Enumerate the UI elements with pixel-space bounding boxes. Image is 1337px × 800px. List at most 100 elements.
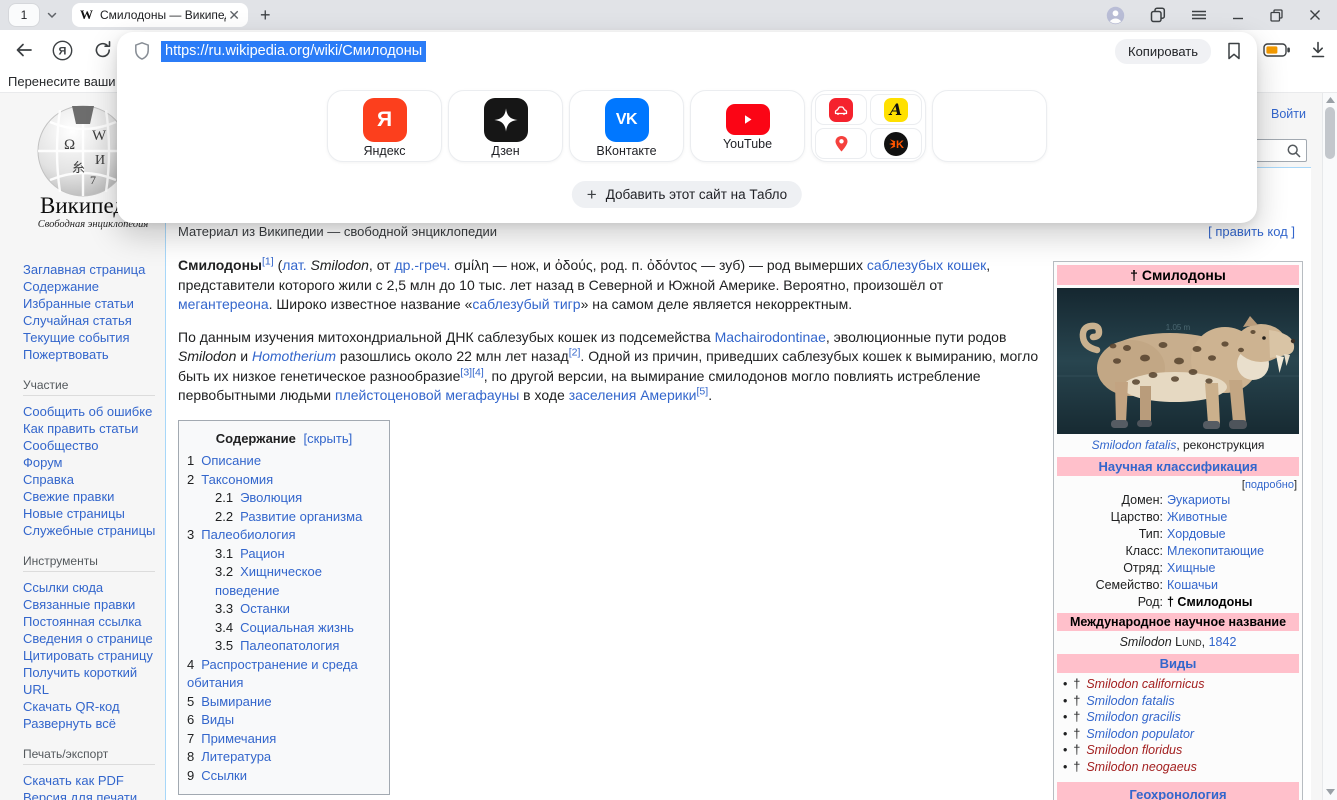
sidebar-link[interactable]: Свежие правки <box>23 488 163 505</box>
taxonomy-value-link[interactable]: Эукариоты <box>1163 492 1230 509</box>
toc-entry[interactable]: 2.1Эволюция <box>187 489 381 508</box>
bookmark-flag-icon[interactable] <box>1225 41 1243 61</box>
sidebar-link[interactable]: Сообщество <box>23 437 163 454</box>
refresh-icon[interactable] <box>93 40 113 60</box>
battery-icon[interactable] <box>1263 41 1291 59</box>
taxi-service-cell[interactable] <box>815 94 867 125</box>
url-text-selected[interactable]: https://ru.wikipedia.org/wiki/Смилодоны <box>161 41 426 62</box>
menu-icon[interactable] <box>1191 8 1207 22</box>
toc-entry[interactable]: 3.2Хищническое поведение <box>187 563 381 600</box>
download-icon[interactable] <box>1309 40 1327 60</box>
species-link[interactable]: Smilodon populator <box>1086 727 1194 741</box>
inline-link[interactable]: Machairodontinae <box>715 329 826 345</box>
toc-link[interactable]: Социальная жизнь <box>240 620 354 635</box>
details-link[interactable]: [подробно] <box>1057 476 1299 492</box>
toc-entry[interactable]: 4Распространение и среда обитания <box>187 656 381 693</box>
inline-link[interactable]: подробно <box>1245 479 1294 491</box>
smilodon-image[interactable]: 1.05 m <box>1057 288 1299 434</box>
bookmarks-bar-notice[interactable]: Перенесите ваши на <box>8 74 134 89</box>
taxonomy-value-link[interactable]: Хищные <box>1163 560 1215 577</box>
sidebar-link[interactable]: Как править статьи <box>23 420 163 437</box>
sidebar-link[interactable]: Скачать как PDF <box>23 772 163 789</box>
toc-entry[interactable]: 3.1Рацион <box>187 545 381 564</box>
active-tab[interactable]: W Смилодоны — Википед ✕ <box>72 3 248 27</box>
classification-header-link[interactable]: Научная классификация <box>1057 457 1299 476</box>
sidebar-link[interactable]: Содержание <box>23 278 163 295</box>
restore-window-icon[interactable] <box>1269 8 1284 23</box>
toc-entry[interactable]: 1Описание <box>187 452 381 471</box>
sidebar-link[interactable]: Версия для печати <box>23 789 163 800</box>
tableau-tile-youtube[interactable]: YouTube <box>690 90 805 162</box>
toc-link[interactable]: Эволюция <box>240 490 302 505</box>
tableau-tile-empty[interactable] <box>932 90 1047 162</box>
page-scrollbar[interactable] <box>1322 93 1337 800</box>
kinopoisk-service-cell[interactable]: K <box>870 128 922 159</box>
login-link[interactable]: Войти <box>1271 107 1306 121</box>
toc-link[interactable]: Останки <box>240 601 290 616</box>
tab-counter-button[interactable]: 1 <box>9 4 39 26</box>
sidebar-link[interactable]: Пожертвовать <box>23 346 163 363</box>
toc-entry[interactable]: 3Палеобиология <box>187 526 381 545</box>
sidebar-link[interactable]: Текущие события <box>23 329 163 346</box>
tableau-tile-vk[interactable]: VKВКонтакте <box>569 90 684 162</box>
species-link[interactable]: Smilodon californicus <box>1086 677 1204 691</box>
toc-link[interactable]: Таксономия <box>201 472 273 487</box>
toc-link[interactable]: Палеопатология <box>240 638 339 653</box>
tableau-tile-yandex[interactable]: ЯЯндекс <box>327 90 442 162</box>
scroll-down-icon[interactable] <box>1326 789 1335 795</box>
toc-link[interactable]: Рацион <box>240 546 285 561</box>
search-icon[interactable] <box>1286 143 1302 159</box>
toc-link[interactable]: Вымирание <box>201 694 271 709</box>
inline-link[interactable]: лат. <box>282 257 306 273</box>
sidebar-link[interactable]: Сообщить об ошибке <box>23 403 163 420</box>
inline-link[interactable]: Homotherium <box>252 348 336 364</box>
sidebar-link[interactable]: Избранные статьи <box>23 295 163 312</box>
species-header-link[interactable]: Виды <box>1057 654 1299 673</box>
species-link[interactable]: Smilodon neogaeus <box>1086 760 1197 774</box>
toc-link[interactable]: Развитие организма <box>240 509 362 524</box>
close-window-icon[interactable] <box>1308 8 1322 22</box>
maps-service-cell[interactable] <box>815 128 867 159</box>
new-tab-button[interactable]: + <box>260 5 271 26</box>
species-link[interactable]: Smilodon gracilis <box>1086 710 1180 724</box>
toc-link[interactable]: Литература <box>201 749 271 764</box>
inline-link[interactable]: саблезубый тигр <box>472 296 580 312</box>
toc-entry[interactable]: 7Примечания <box>187 730 381 749</box>
profile-avatar-icon[interactable] <box>1106 6 1125 25</box>
tab-groups-icon[interactable] <box>1149 6 1167 24</box>
sidebar-link[interactable]: Развернуть всё <box>23 715 163 732</box>
sidebar-link[interactable]: Ссылки сюда <box>23 579 163 596</box>
toc-entry[interactable]: 2.2Развитие организма <box>187 508 381 527</box>
edit-source-link[interactable]: [ править код ] <box>1208 224 1295 239</box>
toc-link[interactable]: Ссылки <box>201 768 247 783</box>
toc-entry[interactable]: 3.5Палеопатология <box>187 637 381 656</box>
auto-service-cell[interactable]: A <box>870 94 922 125</box>
back-icon[interactable] <box>14 40 34 60</box>
sidebar-link[interactable]: Постоянная ссылка <box>23 613 163 630</box>
sidebar-link[interactable]: Случайная статья <box>23 312 163 329</box>
inline-link[interactable]: 1842 <box>1209 635 1237 649</box>
sidebar-link[interactable]: Справка <box>23 471 163 488</box>
sidebar-link[interactable]: Форум <box>23 454 163 471</box>
toc-link[interactable]: Описание <box>201 453 261 468</box>
taxonomy-value-link[interactable]: Кошачьи <box>1163 577 1218 594</box>
taxonomy-value-link[interactable]: Млекопитающие <box>1163 543 1264 560</box>
toc-entry[interactable]: 9Ссылки <box>187 767 381 786</box>
toc-entry[interactable]: 3.4Социальная жизнь <box>187 619 381 638</box>
inline-link[interactable]: др.-греч. <box>394 257 450 273</box>
toc-entry[interactable]: 2Таксономия <box>187 471 381 490</box>
sidebar-link[interactable]: Скачать QR-код <box>23 698 163 715</box>
protect-shield-icon[interactable] <box>132 41 152 61</box>
sidebar-link[interactable]: Сведения о странице <box>23 630 163 647</box>
sidebar-link[interactable]: Служебные страницы <box>23 522 163 539</box>
toc-entry[interactable]: 6Виды <box>187 711 381 730</box>
scroll-up-icon[interactable] <box>1326 97 1335 103</box>
toc-link[interactable]: Виды <box>201 712 234 727</box>
toc-entry[interactable]: 8Литература <box>187 748 381 767</box>
species-link[interactable]: Smilodon floridus <box>1086 743 1182 757</box>
inline-link[interactable]: Smilodon fatalis <box>1092 438 1177 452</box>
toc-hide-link[interactable]: [скрыть] <box>304 431 353 446</box>
sidebar-link[interactable]: Новые страницы <box>23 505 163 522</box>
taxonomy-value-link[interactable]: Хордовые <box>1163 526 1226 543</box>
sidebar-link[interactable]: Заглавная страница <box>23 261 163 278</box>
